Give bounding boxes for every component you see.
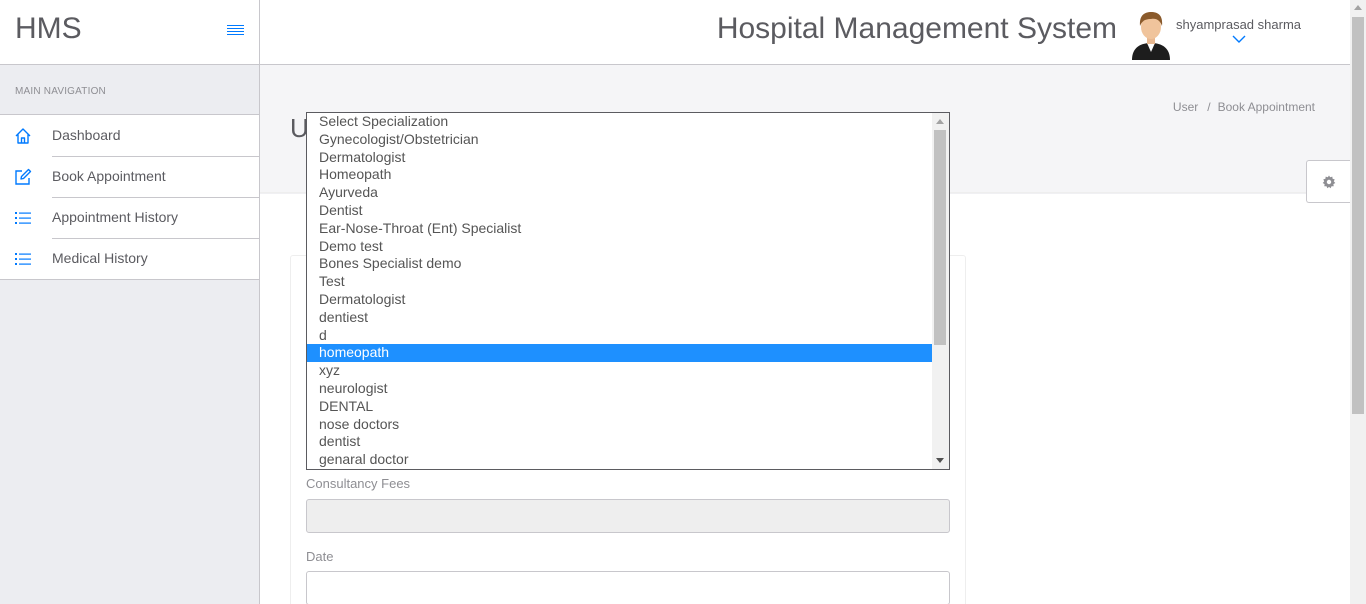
dropdown-option[interactable]: dentist <box>307 433 932 451</box>
date-label: Date <box>306 549 334 564</box>
breadcrumb-item-user[interactable]: User <box>1173 100 1198 114</box>
home-icon <box>15 128 31 144</box>
hamburger-menu-icon[interactable] <box>227 25 244 37</box>
dropdown-option[interactable]: Ayurveda <box>307 184 932 202</box>
scroll-down-arrow-icon[interactable] <box>936 458 944 463</box>
consultancy-fees-label: Consultancy Fees <box>306 476 411 491</box>
breadcrumb-separator: / <box>1207 100 1211 114</box>
top-bar: Hospital Management System shyamprasad s… <box>260 0 1350 65</box>
dropdown-option[interactable]: d <box>307 327 932 345</box>
brand-logo-text[interactable]: HMS <box>15 12 82 46</box>
breadcrumb-item-current: Book Appointment <box>1217 100 1315 114</box>
dropdown-option[interactable]: Gynecologist/Obstetrician <box>307 131 932 149</box>
sidebar-item-medical-history[interactable]: Medical History <box>0 238 259 279</box>
dropdown-option[interactable]: Dermatologist <box>307 291 932 309</box>
specialization-dropdown-list[interactable]: Select Specialization Gynecologist/Obste… <box>306 112 950 470</box>
consultancy-fees-field <box>306 499 950 533</box>
sidebar-item-label: Medical History <box>52 250 148 266</box>
gear-icon <box>1322 175 1336 189</box>
list-icon <box>15 253 31 265</box>
chevron-down-icon[interactable] <box>1232 34 1246 44</box>
breadcrumb: User / Book Appointment <box>1173 100 1315 114</box>
nav-list: Dashboard Book Appointment Appointment H… <box>0 114 259 280</box>
page-scrollbar-thumb[interactable] <box>1352 17 1364 414</box>
dropdown-option[interactable]: Ear-Nose-Throat (Ent) Specialist <box>307 220 932 238</box>
nav-heading: MAIN NAVIGATION <box>15 86 106 97</box>
dropdown-option[interactable]: xyz <box>307 362 932 380</box>
dropdown-option[interactable]: neurologist <box>307 380 932 398</box>
dropdown-option[interactable]: dentiest <box>307 309 932 327</box>
sidebar-item-appointment-history[interactable]: Appointment History <box>0 197 259 238</box>
user-name[interactable]: shyamprasad sharma <box>1176 17 1301 32</box>
list-icon <box>15 212 31 224</box>
dropdown-option[interactable]: Select Specialization <box>307 113 932 131</box>
app-title: Hospital Management System <box>716 12 1117 45</box>
dropdown-option-highlighted[interactable]: homeopath <box>307 344 932 362</box>
sidebar: HMS MAIN NAVIGATION Dashboard Book Appoi… <box>0 0 260 604</box>
settings-button[interactable] <box>1306 160 1350 203</box>
dropdown-scrollbar-thumb[interactable] <box>934 130 946 345</box>
sidebar-item-book-appointment[interactable]: Book Appointment <box>0 156 259 197</box>
sidebar-item-label: Dashboard <box>52 127 121 143</box>
dropdown-option[interactable]: Demo test <box>307 238 932 256</box>
scroll-up-arrow-icon[interactable] <box>1354 5 1362 10</box>
dropdown-option[interactable]: Bones Specialist demo <box>307 255 932 273</box>
dropdown-scrollbar[interactable] <box>932 113 949 469</box>
dropdown-option[interactable]: Homeopath <box>307 166 932 184</box>
brand-bar: HMS <box>0 0 259 65</box>
dropdown-option[interactable]: nose doctors <box>307 416 932 434</box>
dropdown-option[interactable]: genaral doctor <box>307 451 932 469</box>
date-field[interactable] <box>306 571 950 604</box>
scroll-up-arrow-icon[interactable] <box>936 119 944 124</box>
page-scrollbar[interactable] <box>1350 0 1366 604</box>
dropdown-option[interactable]: Test <box>307 273 932 291</box>
edit-icon <box>15 168 32 185</box>
dropdown-option[interactable]: DENTAL <box>307 398 932 416</box>
sidebar-item-label: Book Appointment <box>52 168 166 184</box>
sidebar-item-dashboard[interactable]: Dashboard <box>0 115 259 156</box>
user-avatar[interactable] <box>1130 10 1172 60</box>
dropdown-option[interactable]: Dermatologist <box>307 149 932 167</box>
dropdown-option[interactable]: Dentist <box>307 202 932 220</box>
sidebar-item-label: Appointment History <box>52 209 179 225</box>
